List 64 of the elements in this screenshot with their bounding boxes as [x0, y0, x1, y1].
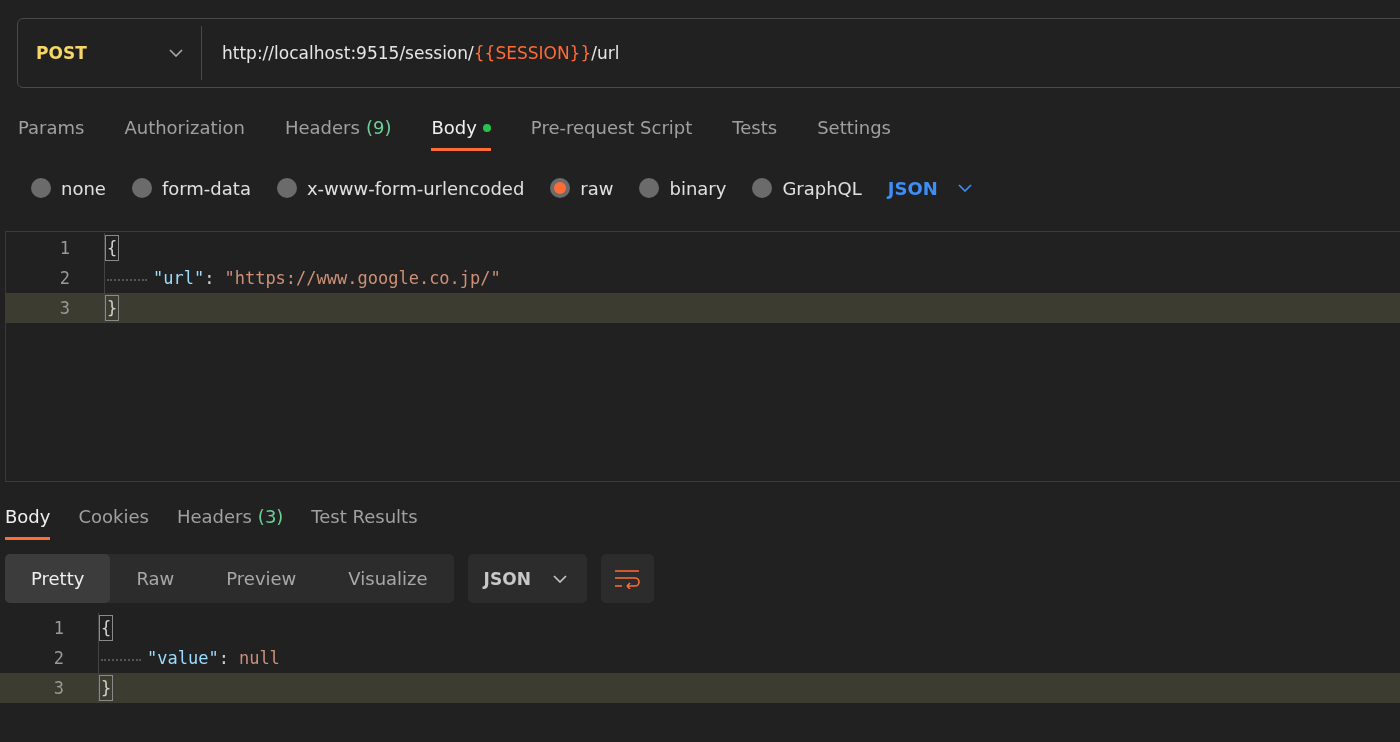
tab-label: Tests	[732, 117, 778, 138]
request-tab[interactable]: Settings	[817, 117, 891, 151]
tab-label: Cookies	[78, 506, 149, 527]
view-mode-button[interactable]: Pretty	[5, 554, 111, 603]
json-literal: null	[238, 648, 280, 668]
line-number: 1	[52, 618, 65, 638]
json-key: "value"	[147, 648, 219, 668]
tab-label: Settings	[817, 117, 891, 138]
line-number: 3	[52, 678, 65, 698]
response-tab[interactable]: Test Results	[311, 506, 418, 540]
response-format-dropdown[interactable]: JSON	[467, 554, 587, 603]
tab-label: Test Results	[311, 506, 418, 527]
method-dropdown[interactable]: POST	[18, 26, 202, 80]
body-type-radio[interactable]: form-data	[131, 177, 251, 199]
tab-label: Headers	[176, 506, 252, 527]
tab-label: Body	[5, 506, 51, 527]
tab-label: Headers	[285, 117, 360, 138]
tab-label: Params	[18, 117, 85, 138]
body-type-radio[interactable]: raw	[550, 177, 614, 199]
line-number: 1	[58, 238, 71, 258]
radio-label: none	[61, 177, 106, 199]
body-type-radio[interactable]: binary	[639, 177, 727, 199]
body-type-radio[interactable]: GraphQL	[752, 177, 862, 199]
json-string: "https://www.google.co.jp/"	[224, 268, 501, 288]
line-number: 3	[58, 298, 71, 318]
radio-label: raw	[580, 177, 614, 199]
wrap-icon	[614, 568, 641, 589]
format-dropdown[interactable]: JSON	[887, 177, 972, 199]
chevron-down-icon	[957, 184, 972, 192]
request-body-editor[interactable]: 1 { 2 "url": "https://www.google.co.jp/" 3 }	[5, 231, 1400, 482]
brace: {	[105, 235, 120, 261]
colon: :	[218, 648, 229, 668]
view-mode-button[interactable]: Raw	[110, 554, 201, 603]
request-tab[interactable]: Pre-request Script	[530, 117, 693, 151]
tab-label: Authorization	[124, 117, 245, 138]
json-key: "url"	[153, 268, 205, 288]
request-tab[interactable]: Authorization	[124, 117, 245, 151]
url-field[interactable]: http://localhost:9515/session/{{SESSION}}/url	[222, 43, 620, 63]
view-mode-button[interactable]: Preview	[200, 554, 323, 603]
tab-count: (3)	[257, 506, 284, 527]
line-number: 2	[58, 268, 71, 288]
radio-label: GraphQL	[782, 177, 862, 199]
brace: {	[99, 615, 114, 641]
request-tab[interactable]: Headers (9)	[285, 117, 392, 151]
line-number: 2	[52, 648, 65, 668]
tab-label: Pre-request Script	[530, 117, 693, 138]
response-tab[interactable]: Headers (3)	[176, 506, 284, 540]
chevron-down-icon	[169, 49, 183, 57]
colon: :	[204, 268, 215, 288]
request-tab[interactable]: Tests	[732, 117, 778, 151]
radio-label: form-data	[161, 177, 251, 199]
tab-label: Body	[431, 117, 477, 138]
wrap-lines-button[interactable]	[600, 554, 654, 603]
chevron-down-icon	[552, 574, 567, 583]
tab-count: (9)	[365, 117, 392, 138]
request-tab[interactable]: Params	[18, 117, 85, 151]
view-mode-button[interactable]: Visualize	[322, 554, 454, 603]
response-tab[interactable]: Cookies	[78, 506, 149, 540]
radio-label: binary	[669, 177, 727, 199]
body-type-radio[interactable]: none	[31, 177, 106, 199]
response-tab[interactable]: Body	[5, 506, 51, 540]
brace: }	[99, 675, 114, 701]
request-tab[interactable]: Body	[431, 117, 491, 151]
brace: }	[105, 295, 120, 321]
